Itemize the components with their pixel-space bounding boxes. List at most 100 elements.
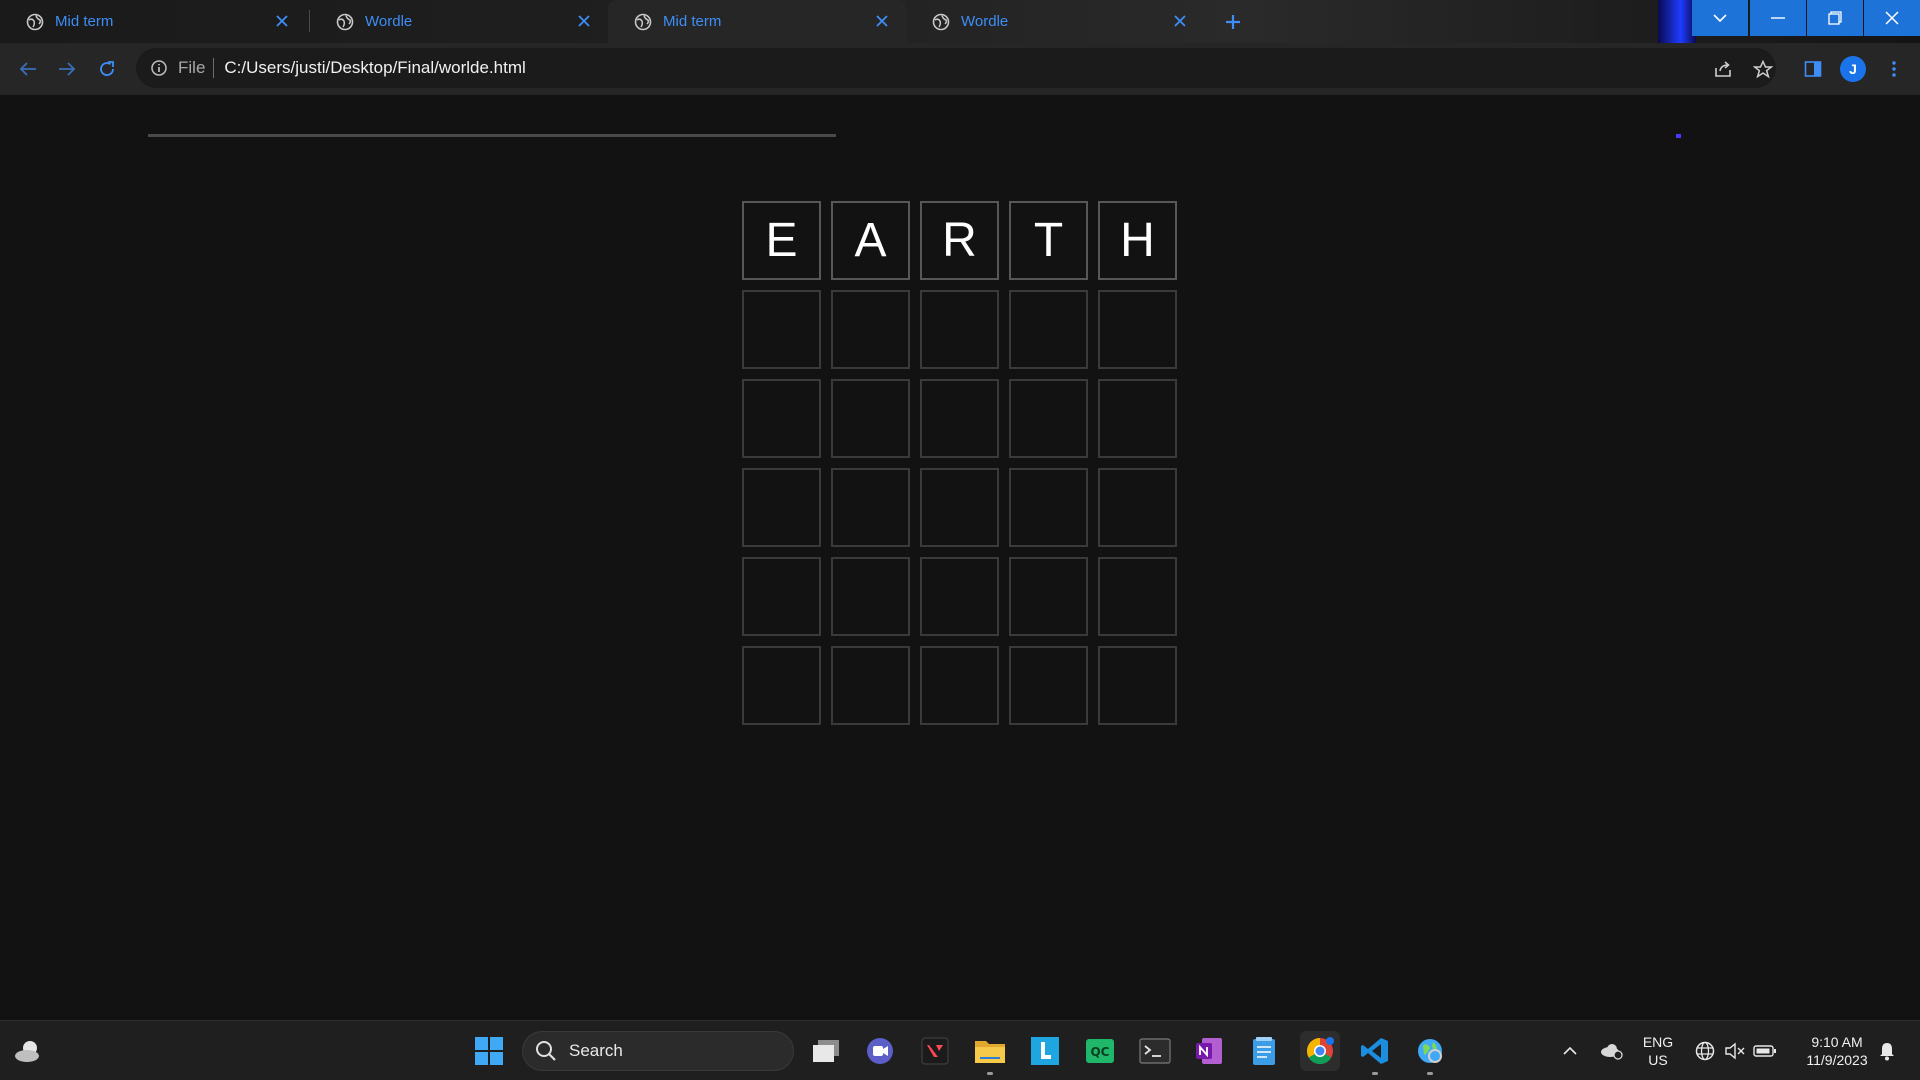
chrome-icon <box>1306 1037 1334 1065</box>
board-tile <box>831 468 910 547</box>
board-tile: A <box>831 201 910 280</box>
forward-button[interactable] <box>53 55 81 83</box>
new-tab-button[interactable] <box>1218 7 1248 37</box>
language-indicator[interactable]: ENG US <box>1636 1033 1680 1069</box>
board-tile <box>920 468 999 547</box>
star-icon <box>1753 59 1773 78</box>
vscode-icon <box>1361 1038 1388 1064</box>
address-bar[interactable]: File C:/Users/justi/Desktop/Final/worlde… <box>136 48 1776 88</box>
libby-l-icon <box>1031 1037 1059 1065</box>
vscode-app[interactable] <box>1355 1031 1395 1075</box>
wordle-board: EARTH <box>742 201 1179 725</box>
board-tile <box>831 557 910 636</box>
close-icon[interactable] <box>872 11 892 31</box>
chrome-app[interactable] <box>1300 1031 1340 1071</box>
search-label: Search <box>569 1041 623 1060</box>
chevron-down-icon <box>1713 14 1727 23</box>
close-icon[interactable] <box>272 11 292 31</box>
scheme-label: File <box>178 58 206 77</box>
board-tile <box>1098 379 1177 458</box>
profile-avatar[interactable]: J <box>1840 56 1866 82</box>
tab-search-button[interactable] <box>1692 0 1748 36</box>
notifications-button[interactable] <box>1872 1031 1902 1071</box>
board-tile <box>742 379 821 458</box>
start-button[interactable] <box>469 1031 509 1071</box>
globe-icon <box>634 13 652 30</box>
board-tile <box>920 290 999 369</box>
search-icon <box>536 1041 556 1061</box>
cloud-sync-icon <box>1601 1044 1623 1060</box>
tab-mid-term-1[interactable]: Mid term <box>0 0 306 43</box>
side-panel-button[interactable] <box>1799 55 1827 83</box>
onedrive-tray[interactable] <box>1591 1031 1631 1071</box>
taskbar-search[interactable]: Search <box>522 1031 794 1071</box>
board-tile <box>1009 646 1088 725</box>
info-icon[interactable] <box>150 59 168 77</box>
show-hidden-icons-button[interactable] <box>1550 1031 1590 1071</box>
notepad-app[interactable] <box>1244 1031 1284 1071</box>
svg-text:QC: QC <box>1090 1045 1109 1059</box>
board-tile <box>1098 557 1177 636</box>
share-icon <box>1715 61 1731 77</box>
close-icon[interactable] <box>1170 11 1190 31</box>
terminal-app[interactable] <box>1135 1031 1175 1071</box>
back-button[interactable] <box>14 55 42 83</box>
board-tile <box>831 290 910 369</box>
board-tile <box>920 646 999 725</box>
terminal-icon <box>1139 1038 1171 1064</box>
desktop-wallpaper-accent <box>1658 0 1696 48</box>
close-window-button[interactable] <box>1864 0 1920 36</box>
libby-app[interactable] <box>1025 1031 1065 1071</box>
globe-network-icon <box>1695 1041 1715 1061</box>
bell-icon <box>1880 1043 1894 1061</box>
bookmark-button[interactable] <box>1749 55 1777 83</box>
qc-app[interactable]: QC <box>1080 1031 1120 1071</box>
file-explorer-app[interactable] <box>970 1031 1010 1075</box>
onenote-icon <box>1196 1038 1222 1064</box>
board-tile <box>1009 468 1088 547</box>
notepad-icon <box>1253 1037 1275 1065</box>
tab-title: Mid term <box>55 13 114 30</box>
globe-app-icon <box>1418 1039 1442 1063</box>
board-tile: H <box>1098 201 1177 280</box>
side-panel-icon <box>1804 61 1822 77</box>
windows-logo-icon <box>475 1037 503 1065</box>
board-tile <box>831 379 910 458</box>
language-line1: ENG <box>1642 1034 1674 1050</box>
kebab-menu-icon <box>1892 61 1896 77</box>
onenote-app[interactable] <box>1189 1031 1229 1071</box>
taskbar: Search QC ENG US 9:10 AM 11/9/2023 <box>0 1020 1920 1080</box>
battery-icon <box>1753 1045 1776 1057</box>
tab-mid-term-2[interactable]: Mid term <box>608 0 906 43</box>
board-tile: T <box>1009 201 1088 280</box>
meet-app[interactable] <box>860 1031 900 1071</box>
board-tile: R <box>920 201 999 280</box>
valorant-app[interactable] <box>915 1031 955 1071</box>
minimize-icon <box>1771 17 1785 19</box>
close-icon <box>1885 11 1899 25</box>
board-tile <box>742 557 821 636</box>
tab-wordle-2[interactable]: Wordle <box>906 0 1204 43</box>
close-icon[interactable] <box>574 11 594 31</box>
url-text[interactable]: C:/Users/justi/Desktop/Final/worlde.html <box>224 58 525 78</box>
volume-muted-icon <box>1725 1042 1745 1060</box>
arrow-right-icon <box>59 62 76 76</box>
tab-wordle-1[interactable]: Wordle <box>310 0 608 43</box>
menu-button[interactable] <box>1880 55 1908 83</box>
browser-toolbar: File C:/Users/justi/Desktop/Final/worlde… <box>0 43 1920 138</box>
restore-button[interactable] <box>1807 0 1863 36</box>
board-tile <box>742 468 821 547</box>
share-button[interactable] <box>1709 55 1737 83</box>
weather-widget[interactable] <box>8 1031 48 1071</box>
arrow-left-icon <box>19 62 36 76</box>
task-view-icon <box>813 1040 839 1062</box>
chevron-up-icon <box>1563 1046 1577 1055</box>
minimize-button[interactable] <box>1750 0 1806 36</box>
tab-title: Mid term <box>663 13 722 30</box>
plus-icon <box>1226 15 1240 29</box>
battery-tray[interactable] <box>1745 1031 1785 1071</box>
language-line2: US <box>1648 1052 1668 1068</box>
task-view-app[interactable] <box>806 1031 846 1071</box>
web-app[interactable] <box>1410 1031 1450 1075</box>
reload-button[interactable] <box>93 55 121 83</box>
